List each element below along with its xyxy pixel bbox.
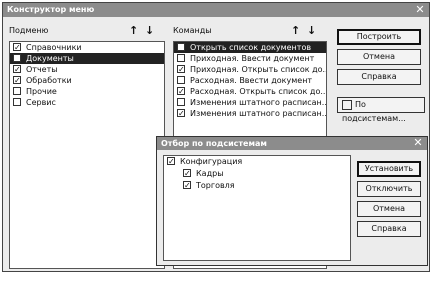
by-subsystems-button[interactable]: По подсистемам... bbox=[337, 97, 425, 123]
dialog-cancel-button[interactable]: Отмена bbox=[357, 201, 421, 217]
tree-node-label: Торговля bbox=[196, 181, 235, 190]
checkbox[interactable] bbox=[13, 87, 21, 95]
command-item-label: Приходная. Открыть список до... bbox=[190, 65, 327, 74]
tree-node-label: Конфигурация bbox=[180, 157, 243, 166]
tree-node[interactable]: ✓ Конфигурация bbox=[164, 156, 350, 168]
subsystem-filter-dialog: Отбор по подсистемам ✕ ✓ Конфигурация ✓ Кад… bbox=[156, 136, 428, 266]
window-titlebar: Конструктор меню bbox=[3, 3, 429, 17]
commands-header: Команды ↑ ↓ bbox=[173, 25, 321, 37]
checkbox[interactable]: ✓ bbox=[13, 54, 21, 63]
checkbox[interactable]: ✓ bbox=[167, 157, 175, 166]
checkbox[interactable] bbox=[13, 98, 21, 106]
command-item-label: Расходная. Ввести документ bbox=[190, 76, 313, 85]
move-up-icon[interactable]: ↑ bbox=[129, 25, 138, 37]
submenu-item-label: Документы bbox=[26, 54, 74, 63]
tree-node[interactable]: ✓ Торговля bbox=[164, 180, 350, 192]
commands-header-label: Команды bbox=[173, 26, 212, 35]
dialog-close-icon[interactable]: ✕ bbox=[412, 137, 424, 149]
command-item-label: Изменения штатного расписан... bbox=[190, 109, 327, 118]
command-item[interactable]: Открыть список документов bbox=[174, 42, 326, 53]
subsystem-tree[interactable]: ✓ Конфигурация ✓ Кадры ✓ Торговля bbox=[163, 155, 351, 261]
command-item-label: Открыть список документов bbox=[190, 43, 312, 52]
submenu-item[interactable]: ✓ Справочники bbox=[10, 42, 164, 53]
checkbox[interactable]: ✓ bbox=[13, 76, 21, 85]
command-item[interactable]: Приходная. Ввести документ bbox=[174, 53, 326, 64]
submenu-item[interactable]: Прочие bbox=[10, 86, 164, 97]
tree-node-label: Кадры bbox=[196, 169, 224, 178]
command-move-up-icon[interactable]: ↑ bbox=[291, 25, 300, 37]
close-icon[interactable]: ✕ bbox=[414, 4, 426, 16]
tree-node[interactable]: ✓ Кадры bbox=[164, 168, 350, 180]
checkbox[interactable]: ✓ bbox=[13, 43, 21, 52]
dialog-title: Отбор по подсистемам bbox=[161, 139, 267, 148]
command-item[interactable]: ✓ Изменения штатного расписан... bbox=[174, 108, 326, 119]
cancel-button[interactable]: Отмена bbox=[337, 49, 421, 65]
help-button[interactable]: Справка bbox=[337, 69, 421, 85]
submenu-item-label: Обработки bbox=[26, 76, 72, 85]
checkbox[interactable]: ✓ bbox=[183, 181, 191, 190]
checkbox[interactable]: ✓ bbox=[177, 87, 185, 96]
window-title: Конструктор меню bbox=[7, 5, 95, 14]
checkbox[interactable] bbox=[177, 43, 185, 51]
checkbox[interactable] bbox=[177, 98, 185, 106]
command-item[interactable]: ✓ Расходная. Открыть список до... bbox=[174, 86, 326, 97]
submenu-header-label: Подменю bbox=[9, 26, 49, 35]
checkbox[interactable]: ✓ bbox=[177, 109, 185, 118]
checkbox[interactable] bbox=[177, 76, 185, 84]
command-item-label: Расходная. Открыть список до... bbox=[190, 87, 327, 96]
command-move-down-icon[interactable]: ↓ bbox=[307, 25, 316, 37]
move-down-icon[interactable]: ↓ bbox=[145, 25, 154, 37]
checkbox[interactable]: ✓ bbox=[183, 169, 191, 178]
submenu-item-label: Справочники bbox=[26, 43, 82, 52]
submenu-header: Подменю ↑ ↓ bbox=[9, 25, 159, 37]
set-all-button[interactable]: Установить bbox=[357, 161, 421, 177]
submenu-item[interactable]: ✓ Обработки bbox=[10, 75, 164, 86]
submenu-item[interactable]: Сервис bbox=[10, 97, 164, 108]
checkbox[interactable]: ✓ bbox=[177, 65, 185, 74]
build-button[interactable]: Построить bbox=[337, 29, 421, 45]
dialog-titlebar: Отбор по подсистемам bbox=[157, 137, 427, 150]
command-item-label: Изменения штатного расписан... bbox=[190, 98, 327, 107]
submenu-item-label: Сервис bbox=[26, 98, 56, 107]
submenu-list[interactable]: ✓ Справочники ✓ Документы ✓ Отчеты ✓ Обработки П… bbox=[9, 41, 165, 269]
dialog-help-button[interactable]: Справка bbox=[357, 221, 421, 237]
checkbox[interactable] bbox=[177, 54, 185, 62]
submenu-item[interactable]: ✓ Документы bbox=[10, 53, 164, 64]
command-item[interactable]: ✓ Приходная. Открыть список до... bbox=[174, 64, 326, 75]
clear-all-button[interactable]: Отключить bbox=[357, 181, 421, 197]
checkbox[interactable]: ✓ bbox=[13, 65, 21, 74]
command-item[interactable]: Расходная. Ввести документ bbox=[174, 75, 326, 86]
submenu-item-label: Отчеты bbox=[26, 65, 58, 74]
submenu-item[interactable]: ✓ Отчеты bbox=[10, 64, 164, 75]
command-item-label: Приходная. Ввести документ bbox=[190, 54, 315, 63]
submenu-item-label: Прочие bbox=[26, 87, 57, 96]
command-item[interactable]: Изменения штатного расписан... bbox=[174, 97, 326, 108]
subsystems-icon bbox=[342, 99, 352, 110]
